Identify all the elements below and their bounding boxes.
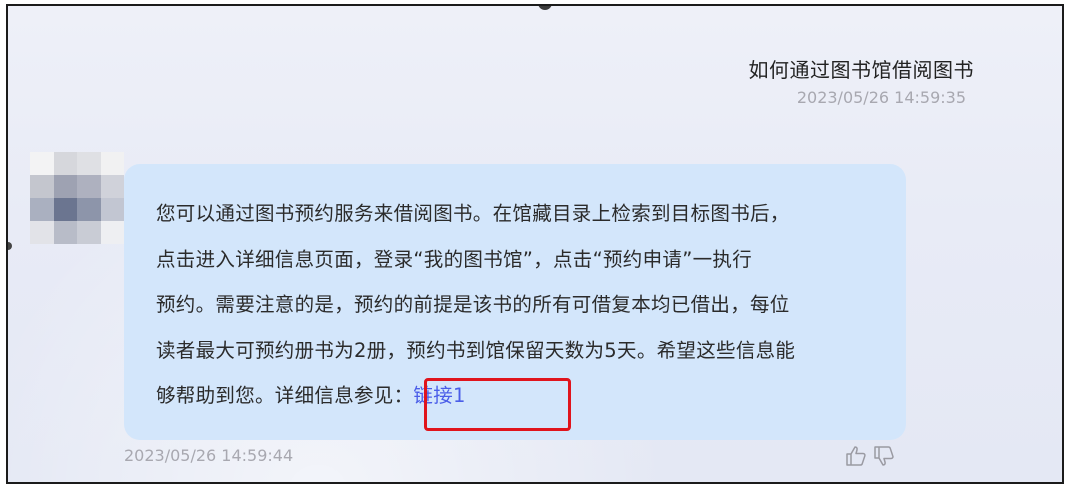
user-message-timestamp: 2023/05/26 14:59:35: [796, 88, 966, 107]
thumbs-up-icon[interactable]: [844, 444, 868, 468]
feedback-actions: [844, 444, 896, 468]
window-notch: [538, 6, 552, 10]
edge-dot: [8, 242, 12, 250]
bot-message-line: 读者最大可预约册书为2册，预约书到馆保留天数为5天。希望这些信息能: [156, 338, 796, 362]
bot-message-prefix: 够帮助到您。详细信息参见：: [156, 384, 414, 407]
bot-avatar: [30, 152, 124, 244]
bot-message-line: 您可以通过图书预约服务来借阅图书。在馆藏目录上检索到目标图书后，: [156, 202, 790, 225]
thumbs-down-icon[interactable]: [872, 444, 896, 468]
link-highlight-annotation: [424, 378, 571, 431]
bot-message-line: 预约。需要注意的是，预约的前提是该书的所有可借复本均已借出，每位: [156, 293, 790, 316]
user-message-text: 如何通过图书馆借阅图书: [748, 58, 974, 82]
bot-message-timestamp: 2023/05/26 14:59:44: [124, 446, 294, 465]
bot-message-line: 点击进入详细信息页面，登录“我的图书馆”，点击“预约申请”一执行: [156, 247, 753, 271]
